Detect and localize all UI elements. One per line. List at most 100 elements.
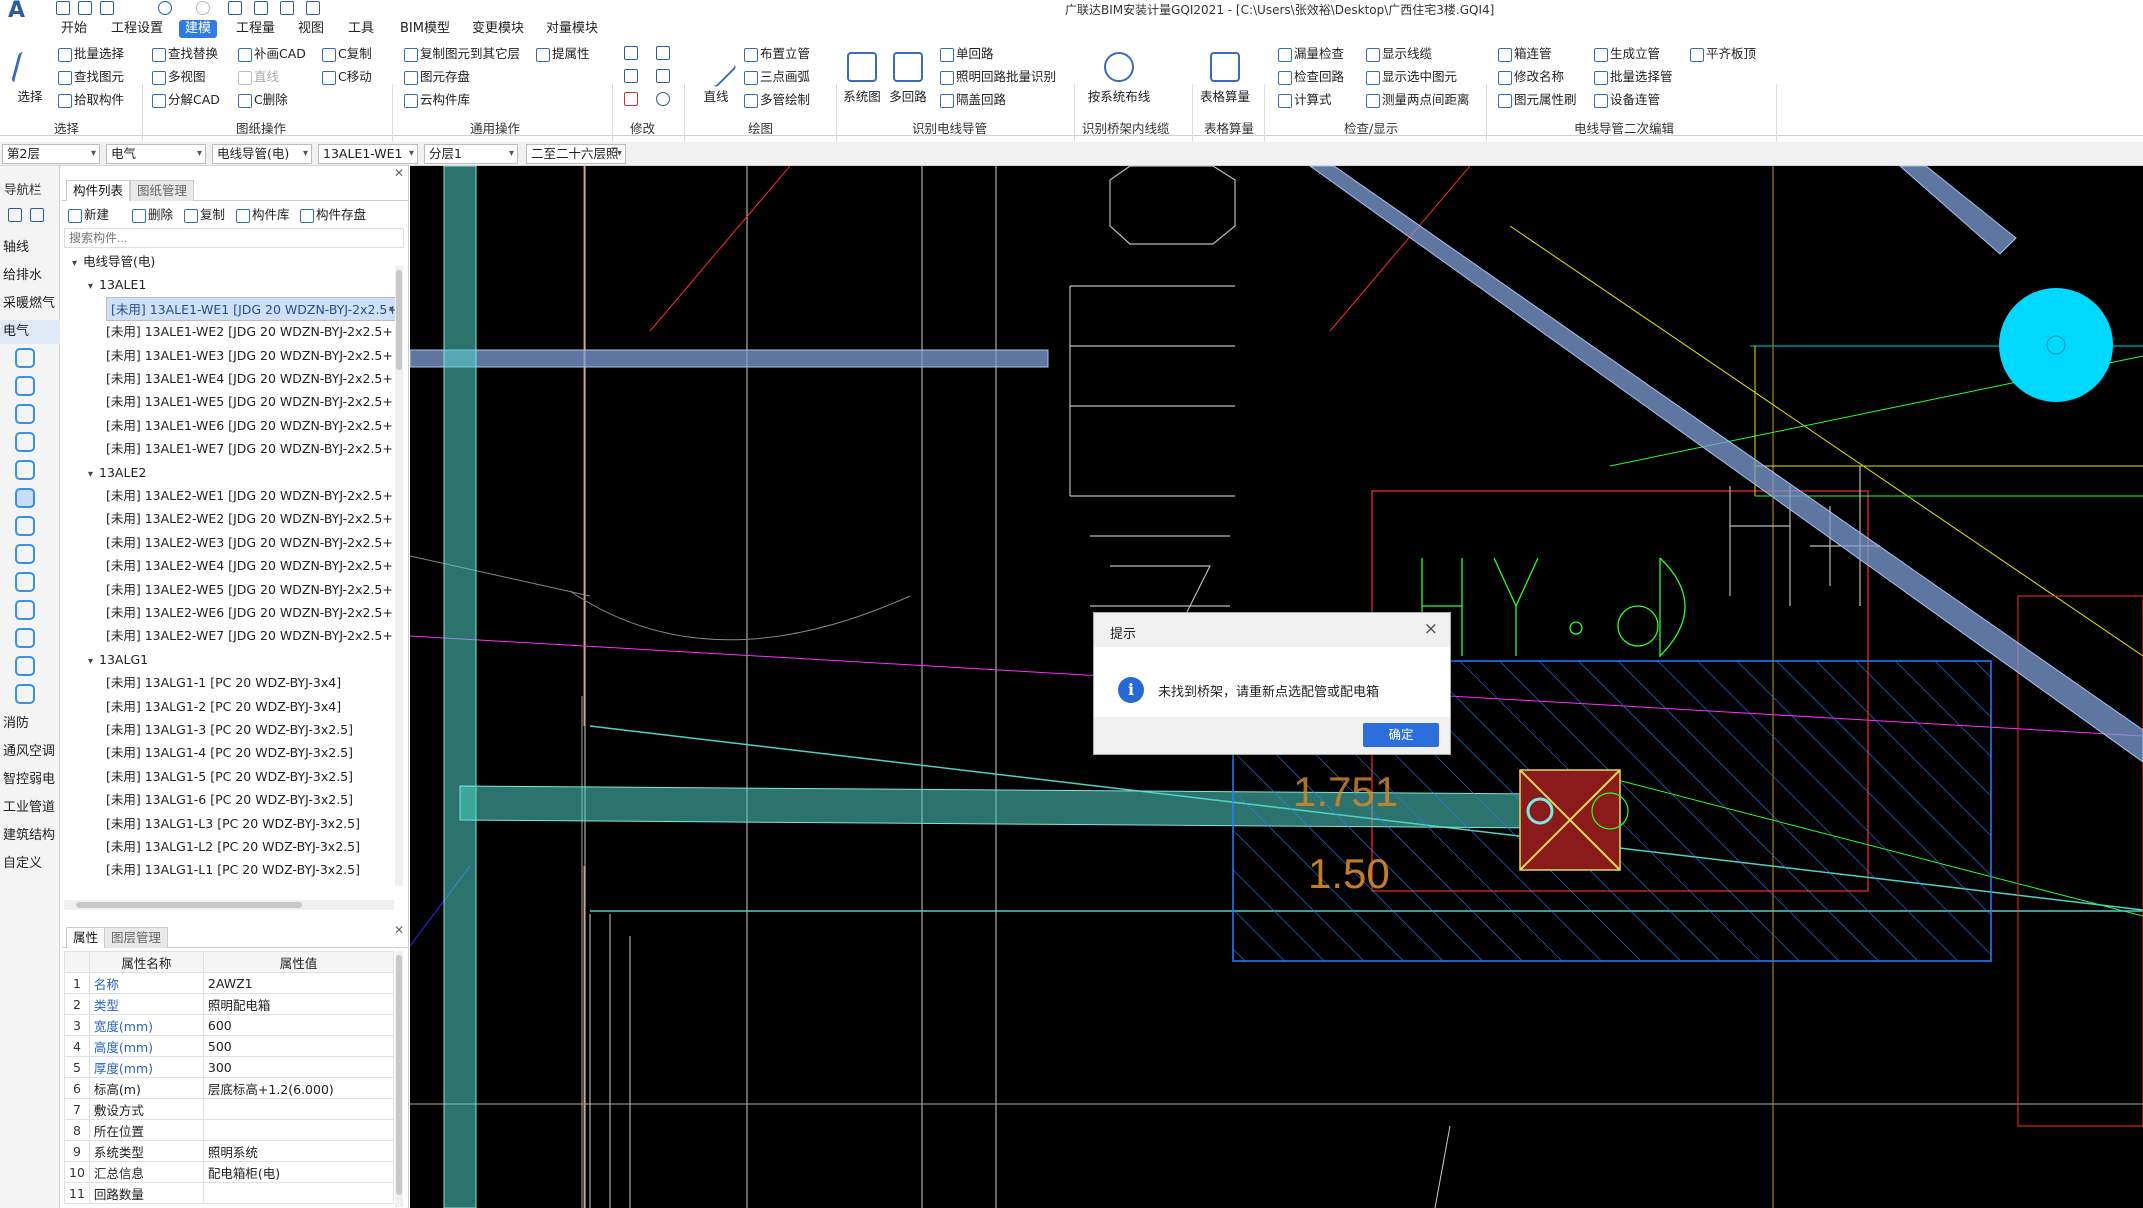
menu-project-settings[interactable]: 工程设置: [105, 20, 169, 38]
align-slab-top-button[interactable]: 平齐板顶: [1688, 45, 1756, 63]
menu-view[interactable]: 视图: [292, 20, 330, 38]
property-row[interactable]: 2 类型 照明配电箱: [64, 993, 395, 1015]
property-value[interactable]: 层底标高+1.2(6.000): [202, 1077, 395, 1099]
grid-icon[interactable]: [254, 1, 268, 15]
menu-change-module[interactable]: 变更模块: [466, 20, 530, 38]
draw-line-tool[interactable]: 直线: [692, 45, 740, 105]
nav-item-building-structure[interactable]: 建筑结构: [0, 824, 60, 848]
mirror-icon[interactable]: [656, 46, 670, 60]
switch-icon[interactable]: [15, 376, 35, 396]
explode-cad-button[interactable]: 分解CAD: [150, 91, 220, 109]
nav-item-plumbing[interactable]: 给排水: [0, 264, 60, 288]
support-icon[interactable]: [15, 684, 35, 704]
property-value[interactable]: 配电箱柜(电): [202, 1161, 395, 1183]
tree-item[interactable]: [未用] 13ALE2-WE2 [JDG 20 WDZN-BYJ-2x2.5+: [106, 507, 393, 531]
scroll-thumb[interactable]: [76, 902, 302, 908]
tree-item[interactable]: [未用] 13ALE2-WE5 [JDG 20 WDZN-BYJ-2x2.5+: [106, 578, 393, 602]
covered-circuit-button[interactable]: 隔盖回路: [938, 91, 1006, 109]
nav-item-fire[interactable]: 消防: [0, 712, 60, 736]
tree-item[interactable]: [未用] 13ALG1-L2 [PC 20 WDZ-BYJ-3x2.5]: [106, 835, 360, 859]
copy-icon[interactable]: [624, 46, 638, 60]
property-row[interactable]: 9 系统类型 照明系统: [64, 1140, 395, 1162]
tab-layer-management[interactable]: 图层管理: [104, 927, 169, 948]
delete-icon[interactable]: [624, 92, 638, 106]
extract-attributes-button[interactable]: 提属性: [534, 45, 590, 63]
menu-modeling[interactable]: 建模: [179, 20, 218, 38]
tree-group-node[interactable]: 13ALE1: [88, 273, 146, 297]
tree-group-node[interactable]: 电线导管(电): [72, 250, 155, 274]
discipline-select[interactable]: 电气: [106, 144, 206, 164]
tree-item[interactable]: [未用] 13ALE2-WE6 [JDG 20 WDZN-BYJ-2x2.5+: [106, 601, 393, 625]
wire-icon[interactable]: [15, 572, 35, 592]
tree-horizontal-scrollbar[interactable]: [64, 900, 394, 910]
nav-item-heating-gas[interactable]: 采暖燃气: [0, 292, 60, 316]
batch-select-button[interactable]: 批量选择: [56, 45, 124, 63]
cable-icon[interactable]: [15, 516, 35, 536]
menu-tools[interactable]: 工具: [342, 20, 380, 38]
copy-component-button[interactable]: 复制: [182, 206, 225, 224]
multi-pipe-draw-button[interactable]: 多管绘制: [742, 91, 810, 109]
tree-item[interactable]: [未用] 13ALE1-WE4 [JDG 20 WDZN-BYJ-2x2.5+: [106, 367, 393, 391]
nav-item-hvac[interactable]: 通风空调: [0, 740, 60, 764]
export-icon[interactable]: [306, 1, 320, 15]
rename-button[interactable]: 修改名称: [1496, 68, 1564, 86]
missing-check-button[interactable]: 漏量检查: [1276, 45, 1344, 63]
tree-group-node[interactable]: 13ALE2: [88, 461, 146, 485]
property-row[interactable]: 3 宽度(mm) 600: [64, 1014, 395, 1036]
tree-item[interactable]: [未用] 13ALG1-L3 [PC 20 WDZ-BYJ-3x2.5]: [106, 812, 360, 836]
property-value[interactable]: 2AWZ1: [202, 972, 395, 994]
grid-component-icon[interactable]: [15, 656, 35, 676]
property-row[interactable]: 7 敷设方式: [64, 1098, 395, 1120]
redo-icon[interactable]: [196, 1, 210, 15]
tree-item[interactable]: [未用] 13ALE2-WE4 [JDG 20 WDZN-BYJ-2x2.5+: [106, 554, 393, 578]
tree-item[interactable]: [未用] 13ALE1-WE1 [JDG 20 WDZN-BYJ-2x2.5+: [106, 296, 398, 322]
cad-delete-button[interactable]: C删除: [236, 91, 288, 109]
tree-item[interactable]: [未用] 13ALG1-L1 [PC 20 WDZ-BYJ-3x2.5]: [106, 858, 360, 882]
formula-button[interactable]: 计算式: [1276, 91, 1332, 109]
save-element-button[interactable]: 图元存盘: [402, 68, 470, 86]
nav-item-custom[interactable]: 自定义: [0, 852, 60, 876]
tree-vertical-scrollbar[interactable]: [395, 266, 403, 886]
multi-view-button[interactable]: 多视图: [150, 68, 206, 86]
open-file-icon[interactable]: [100, 1, 114, 15]
tab-drawing-management[interactable]: 图纸管理: [130, 180, 195, 201]
floor-select[interactable]: 第2层: [2, 144, 100, 164]
conduit-icon[interactable]: [15, 488, 35, 508]
tree-item[interactable]: [未用] 13ALE2-WE3 [JDG 20 WDZN-BYJ-2x2.5+: [106, 531, 393, 555]
cad-icon[interactable]: [228, 1, 242, 15]
property-row[interactable]: 10 汇总信息 配电箱柜(电): [64, 1161, 395, 1183]
distribution-box-icon[interactable]: [15, 432, 35, 452]
property-row[interactable]: 4 高度(mm) 500: [64, 1035, 395, 1057]
menu-quantities[interactable]: 工程量: [230, 20, 281, 38]
box-connect-pipe-button[interactable]: 箱连管: [1496, 45, 1552, 63]
tree-item[interactable]: [未用] 13ALG1-6 [PC 20 WDZ-BYJ-3x2.5]: [106, 788, 353, 812]
property-value[interactable]: [202, 1119, 395, 1141]
scroll-thumb[interactable]: [396, 270, 402, 370]
new-component-button[interactable]: 新建: [66, 206, 109, 224]
sublayer-select[interactable]: 分层1: [424, 144, 518, 164]
measure-distance-button[interactable]: 测量两点间距离: [1364, 91, 1470, 109]
drawing-select[interactable]: 二至二十六层照: [526, 144, 626, 164]
pick-component-button[interactable]: 拾取构件: [56, 91, 124, 109]
dialog-ok-button[interactable]: 确定: [1363, 723, 1439, 747]
property-row[interactable]: 1 名称 2AWZ1: [64, 972, 395, 994]
property-value[interactable]: 照明系统: [202, 1140, 395, 1162]
triangle-icon[interactable]: [656, 69, 670, 83]
menu-start[interactable]: 开始: [55, 20, 93, 38]
property-value[interactable]: [202, 1182, 395, 1204]
panel-close-icon[interactable]: ✕: [394, 166, 404, 180]
cad-copy-button[interactable]: C复制: [320, 45, 372, 63]
tree-item[interactable]: [未用] 13ALE2-WE7 [JDG 20 WDZN-BYJ-2x2.5+: [106, 624, 393, 648]
tree-item[interactable]: [未用] 13ALE1-WE3 [JDG 20 WDZN-BYJ-2x2.5+: [106, 344, 393, 368]
socket-icon[interactable]: [15, 404, 35, 424]
component-library-button[interactable]: 构件库: [234, 206, 290, 224]
grounding-icon[interactable]: [15, 628, 35, 648]
nav-item-axis[interactable]: 轴线: [0, 236, 60, 260]
nav-edit-icon[interactable]: [30, 208, 44, 222]
property-row[interactable]: 8 所在位置: [64, 1119, 395, 1141]
tree-item[interactable]: [未用] 13ALE1-WE6 [JDG 20 WDZN-BYJ-2x2.5+: [106, 414, 393, 438]
component-save-button[interactable]: 构件存盘: [298, 206, 366, 224]
busbar-icon[interactable]: [15, 544, 35, 564]
property-value[interactable]: 照明配电箱: [202, 993, 395, 1015]
tree-item[interactable]: [未用] 13ALG1-5 [PC 20 WDZ-BYJ-3x2.5]: [106, 765, 353, 789]
